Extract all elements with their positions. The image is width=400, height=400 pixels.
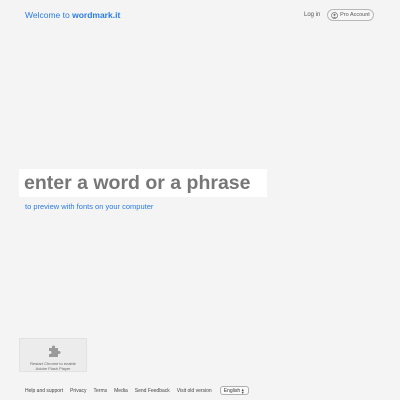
login-link[interactable]: Log in — [304, 12, 320, 18]
footer-link-feedback[interactable]: Send Feedback — [135, 388, 170, 394]
footer-link-media[interactable]: Media — [114, 388, 128, 394]
pro-account-label: Pro Account — [340, 12, 370, 18]
brand-link[interactable]: Welcome to wordmark.it — [25, 10, 120, 20]
brand-name: wordmark.it — [72, 10, 121, 20]
page: Welcome to wordmark.it Log in Pro Accoun… — [0, 0, 400, 400]
footer-link-privacy[interactable]: Privacy — [70, 388, 86, 394]
plugin-message: Restart Chrome to enable Adobe Flash Pla… — [20, 361, 86, 371]
flash-plugin-notice[interactable]: Restart Chrome to enable Adobe Flash Pla… — [19, 338, 87, 372]
person-circle-icon — [331, 11, 338, 19]
phrase-input-box[interactable] — [19, 169, 267, 197]
phrase-input[interactable] — [24, 171, 262, 195]
pro-account-button[interactable]: Pro Account — [327, 9, 374, 21]
subtitle: to preview with fonts on your computer — [25, 202, 154, 211]
footer: Help and support Privacy Terms Media Sen… — [25, 386, 249, 395]
plugin-message-line2: Adobe Flash Player — [35, 366, 71, 371]
footer-link-help[interactable]: Help and support — [25, 388, 63, 394]
language-select-value: English — [223, 387, 241, 394]
brand-prefix: Welcome to — [25, 10, 73, 20]
language-select[interactable]: English ▲ ▼ — [219, 386, 249, 395]
up-down-arrows-icon: ▲ ▼ — [240, 386, 245, 395]
footer-link-old-version[interactable]: Visit old version — [177, 388, 212, 394]
footer-link-terms[interactable]: Terms — [94, 388, 108, 394]
